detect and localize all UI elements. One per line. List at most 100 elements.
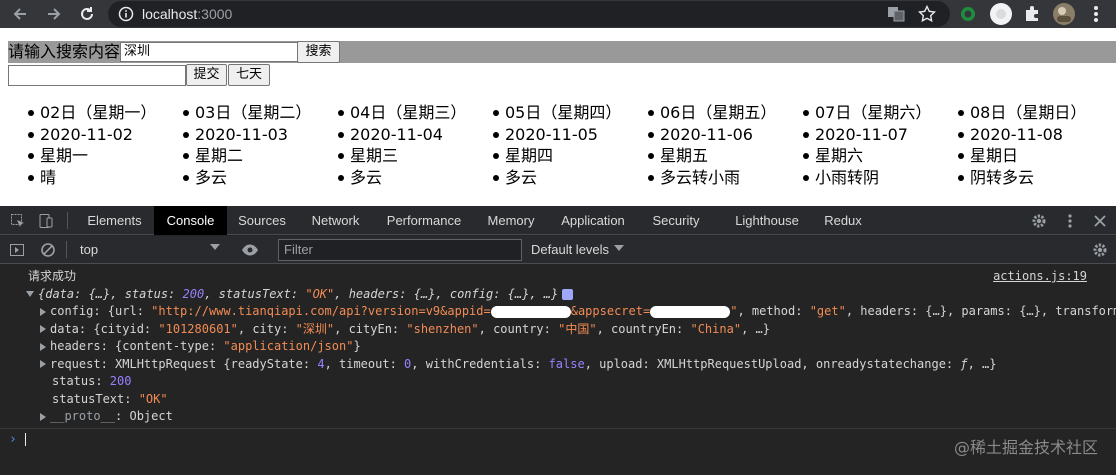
sidebar-toggle-icon[interactable] [7, 240, 27, 260]
status-row: status: 200 [52, 374, 132, 388]
avatar[interactable] [1052, 2, 1076, 26]
devtools-panel: Elements Console Sources Network Perform… [0, 206, 1116, 475]
list-item: 星期六 [775, 145, 930, 167]
tab-redux[interactable]: Redux [814, 206, 872, 235]
redacted-mask [490, 305, 571, 318]
tab-elements[interactable]: Elements [76, 206, 153, 235]
list-item: 05日（星期四） [465, 102, 621, 124]
submit-button[interactable]: 提交 [186, 64, 227, 86]
console-settings-gear-icon[interactable] [1090, 240, 1110, 260]
arrow-right-icon [48, 8, 61, 20]
list-item: 星期一 [0, 145, 155, 167]
tab-security[interactable]: Security [640, 206, 712, 235]
tab-memory[interactable]: Memory [476, 206, 546, 235]
info-icon[interactable] [118, 6, 134, 26]
bookmark-star-icon[interactable] [917, 4, 937, 24]
list-item: 08日（星期日） [930, 102, 1086, 124]
collapse-triangle-icon[interactable] [40, 342, 46, 351]
redacted-mask [650, 305, 731, 318]
profile-white-icon[interactable] [989, 2, 1013, 26]
collapse-triangle-icon[interactable] [40, 360, 46, 368]
forward-button[interactable] [42, 2, 66, 26]
list-item: 2020-11-05 [465, 124, 620, 146]
search-input[interactable]: 深圳 [120, 42, 298, 62]
reload-icon [81, 7, 93, 20]
chevron-down-icon[interactable] [210, 244, 220, 250]
close-icon[interactable] [1090, 211, 1110, 231]
console-filter-bar: top Filter Default levels [0, 236, 1116, 264]
submit-input[interactable] [8, 65, 186, 86]
tab-performance[interactable]: Performance [376, 206, 472, 235]
tab-console[interactable]: Console [154, 206, 227, 235]
browser-toolbar: localhost:3000 [0, 0, 1116, 28]
search-row: 请输入搜索内容 深圳 搜索 [8, 41, 1116, 63]
url-text: localhost:3000 [142, 5, 232, 23]
list-item: 03日（星期二） [155, 102, 311, 124]
prompt-chevron-icon: › [9, 432, 17, 447]
text-caret [25, 433, 26, 446]
list-item: 晴 [0, 167, 155, 189]
request-row[interactable]: request: XMLHttpRequest {readyState: 4, … [0, 356, 1116, 374]
list-item: 星期日 [930, 145, 1085, 167]
settings-gear-icon[interactable] [1029, 211, 1049, 231]
filter-input[interactable]: Filter [278, 239, 522, 261]
list-item: 阴转多云 [930, 167, 1085, 189]
list-item: 星期三 [310, 145, 465, 167]
log-message: 请求成功 [28, 269, 77, 283]
config-row[interactable]: config: {url: "http://www.tianqiapi.com/… [0, 303, 1116, 321]
more-vert-icon[interactable] [1060, 211, 1080, 231]
list-item: 07日（星期六） [775, 102, 931, 124]
arrow-left-icon [13, 8, 26, 20]
data-row[interactable]: data: {cityid: "101280601", city: "深圳", … [0, 321, 1116, 339]
log-message-row: 请求成功 actions.js:19 [0, 268, 1116, 286]
list-item: 2020-11-04 [310, 124, 465, 146]
forecast-day: 07日（星期六） 2020-11-07 星期六 小雨转阴 [775, 102, 931, 189]
tab-network[interactable]: Network [298, 206, 373, 235]
list-item: 星期五 [620, 145, 775, 167]
collapse-triangle-icon[interactable] [40, 307, 46, 316]
back-button[interactable] [8, 2, 32, 26]
device-toolbar-icon[interactable] [36, 211, 56, 231]
forecast-day: 02日（星期一） 2020-11-02 星期一 晴 [0, 102, 156, 189]
tab-lighthouse[interactable]: Lighthouse [726, 206, 808, 235]
list-item: 星期四 [465, 145, 620, 167]
collapse-triangle-icon[interactable] [40, 325, 46, 333]
proto-row[interactable]: __proto__: Object [0, 408, 1116, 426]
forecast-day: 08日（星期日） 2020-11-08 星期日 阴转多云 [930, 102, 1086, 189]
clear-console-icon[interactable] [38, 240, 58, 260]
inspect-element-icon[interactable] [8, 211, 28, 231]
extension-green-icon[interactable] [958, 4, 978, 24]
list-item: 多云 [310, 167, 465, 189]
chevron-down-icon[interactable] [614, 245, 624, 251]
info-square-icon[interactable] [562, 288, 574, 300]
object-summary-row[interactable]: {data: {…}, status: 200, statusText: "OK… [0, 286, 1116, 304]
eye-icon[interactable] [240, 240, 260, 260]
extensions-puzzle-icon[interactable] [1022, 4, 1042, 24]
source-link[interactable]: actions.js:19 [993, 268, 1087, 286]
list-item: 04日（星期三） [310, 102, 466, 124]
tab-application[interactable]: Application [550, 206, 636, 235]
list-item: 06日（星期五） [620, 102, 776, 124]
seven-days-button[interactable]: 七天 [228, 64, 270, 86]
list-item: 02日（星期一） [0, 102, 156, 124]
list-item: 多云转小雨 [620, 167, 775, 189]
list-item: 多云 [155, 167, 310, 189]
address-bar[interactable]: localhost:3000 [108, 1, 950, 27]
forecast-day: 05日（星期四） 2020-11-05 星期四 多云 [465, 102, 621, 188]
devtools-tab-bar: Elements Console Sources Network Perform… [0, 206, 1116, 235]
console-prompt[interactable]: › [0, 428, 1116, 448]
list-item: 2020-11-03 [155, 124, 310, 146]
tab-sources[interactable]: Sources [228, 206, 296, 235]
more-vert-icon[interactable] [1086, 4, 1106, 24]
expand-triangle-icon[interactable] [26, 291, 34, 297]
list-item: 小雨转阴 [775, 167, 930, 189]
context-selector[interactable]: top [80, 242, 98, 258]
search-button[interactable]: 搜索 [297, 41, 340, 63]
status-text-row: statusText: "OK" [52, 391, 168, 406]
reload-button[interactable] [75, 2, 99, 26]
translate-icon[interactable] [886, 4, 906, 24]
headers-row[interactable]: headers: {content-type: "application/jso… [0, 338, 1116, 356]
collapse-triangle-icon[interactable] [40, 412, 46, 421]
url-port: :3000 [197, 6, 233, 22]
log-levels-dropdown[interactable]: Default levels [531, 242, 609, 258]
